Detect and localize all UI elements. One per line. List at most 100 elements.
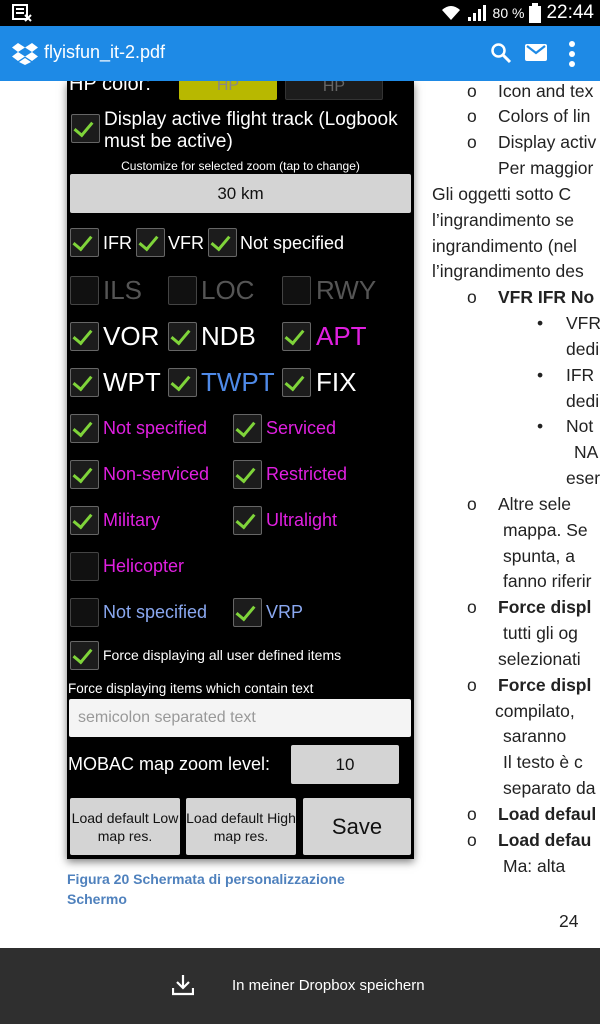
app-bar: flyisfun_it-2.pdf <box>0 26 600 81</box>
twpt-checkbox <box>168 368 197 397</box>
vor-label: VOR <box>103 321 160 351</box>
military-label: Military <box>103 510 160 530</box>
bullet: o <box>467 81 477 101</box>
clock: 22:44 <box>546 2 594 23</box>
last-not-specified-checkbox <box>70 598 99 627</box>
text-line: VFR IFR No <box>498 287 595 307</box>
bullet: • <box>537 313 544 333</box>
ap-not-specified-checkbox <box>70 414 99 443</box>
search-icon[interactable] <box>490 42 512 64</box>
text-line: Display activ <box>498 132 597 152</box>
last-not-specified-label: Not specified <box>103 602 208 622</box>
text-line: eser <box>566 468 600 488</box>
text-line: spunta, a <box>503 546 575 566</box>
bullet: o <box>467 830 477 850</box>
wpt-label: WPT <box>103 367 161 397</box>
screenshot-figure: HP color: HP HP Display active flight tr… <box>67 81 414 859</box>
force-user-checkbox <box>70 641 99 670</box>
figure-caption: Figura 20 Schermata di personalizzazione… <box>67 871 345 907</box>
email-icon[interactable] <box>525 44 547 61</box>
ap-not-specified-label: Not specified <box>103 418 208 438</box>
non-serviced-checkbox <box>70 460 99 489</box>
zoom-button: 30 km <box>70 174 411 213</box>
battery-icon <box>529 3 542 23</box>
ifr-label: IFR <box>103 233 132 253</box>
signal-icon <box>467 5 486 21</box>
hp-color-button-2: HP <box>285 81 383 100</box>
force-text-label: Force displaying items which contain tex… <box>68 681 314 696</box>
battery-percent: 80 % <box>492 5 525 21</box>
rwy-label: RWY <box>316 275 377 305</box>
military-checkbox <box>70 506 99 535</box>
text-line: Altre sele <box>498 494 571 514</box>
more-vert-icon[interactable] <box>568 41 576 67</box>
ndb-checkbox <box>168 322 197 351</box>
vrp-checkbox <box>233 598 262 627</box>
ils-label: ILS <box>103 275 143 305</box>
restricted-label: Restricted <box>266 464 348 484</box>
text-line: Colors of lin <box>498 106 591 126</box>
load-high-res-button: Load default High map res. <box>186 798 296 855</box>
vrp-label: VRP <box>266 602 304 622</box>
vfr-checkbox <box>136 228 165 257</box>
text-line: Il testo è c <box>503 752 583 772</box>
text-line: Force displ <box>498 675 592 695</box>
apt-checkbox <box>282 322 311 351</box>
bullet: o <box>467 494 477 514</box>
track-label: Display active flight track (Logbook mus… <box>104 109 398 152</box>
bullet: • <box>537 416 544 436</box>
bullet: • <box>537 365 544 385</box>
wifi-icon <box>441 6 460 20</box>
vfr-label: VFR <box>168 233 204 253</box>
bullet: o <box>467 675 477 695</box>
bullet: o <box>467 132 477 152</box>
text-line: ingrandimento (nel <box>432 236 577 256</box>
mobac-label: MOBAC map zoom level: <box>68 754 271 774</box>
wpt-checkbox <box>70 368 99 397</box>
not-specified-checkbox <box>208 228 237 257</box>
text-line: Not <box>566 416 594 436</box>
text-line: dedi <box>566 339 600 359</box>
mobac-value-button: 10 <box>291 745 399 784</box>
restricted-checkbox <box>233 460 262 489</box>
text-line: l’ingrandimento des <box>432 261 584 281</box>
text-line: IFR <box>566 365 595 385</box>
page-number: 24 <box>559 911 579 931</box>
load-low-res-button: Load default Low map res. <box>70 798 180 855</box>
helicopter-label: Helicopter <box>103 556 185 576</box>
track-checkbox <box>71 114 100 143</box>
dropbox-save-bar[interactable]: In meiner Dropbox speichern <box>0 948 600 1024</box>
rwy-checkbox <box>282 276 311 305</box>
non-serviced-label: Non-serviced <box>103 464 210 484</box>
text-line: Gli oggetti sotto C <box>432 184 572 204</box>
text-line: dedi <box>566 391 600 411</box>
text-line: NA <box>574 442 599 462</box>
bullet: o <box>467 106 477 126</box>
text-line: Icon and tex <box>498 81 594 101</box>
ifr-checkbox <box>70 228 99 257</box>
save-button: Save <box>303 798 411 855</box>
text-line: separato da <box>503 778 596 798</box>
text-filter-input: semicolon separated text <box>69 699 411 737</box>
text-line: saranno <box>503 726 567 746</box>
text-line: VFR <box>566 313 600 333</box>
text-line: l’ingrandimento se <box>432 210 575 230</box>
pdf-page[interactable]: HP color: HP HP Display active flight tr… <box>0 81 600 948</box>
loc-label: LOC <box>201 275 255 305</box>
text-line: selezionati <box>498 649 581 669</box>
vor-checkbox <box>70 322 99 351</box>
fix-label: FIX <box>316 367 357 397</box>
helicopter-checkbox <box>70 552 99 581</box>
save-to-dropbox-label[interactable]: In meiner Dropbox speichern <box>232 977 425 994</box>
notification-icon <box>12 4 32 22</box>
text-line: tutti gli og <box>503 623 578 643</box>
download-icon <box>172 975 194 996</box>
ils-checkbox <box>70 276 99 305</box>
status-bar: 80 % 22:44 <box>0 0 600 26</box>
text-line: fanno riferir <box>503 571 592 591</box>
text-line: Per maggior <box>498 158 594 178</box>
loc-checkbox <box>168 276 197 305</box>
text-line: Load defaul <box>498 804 597 824</box>
ultralight-label: Ultralight <box>266 510 338 530</box>
bullet: o <box>467 287 477 307</box>
